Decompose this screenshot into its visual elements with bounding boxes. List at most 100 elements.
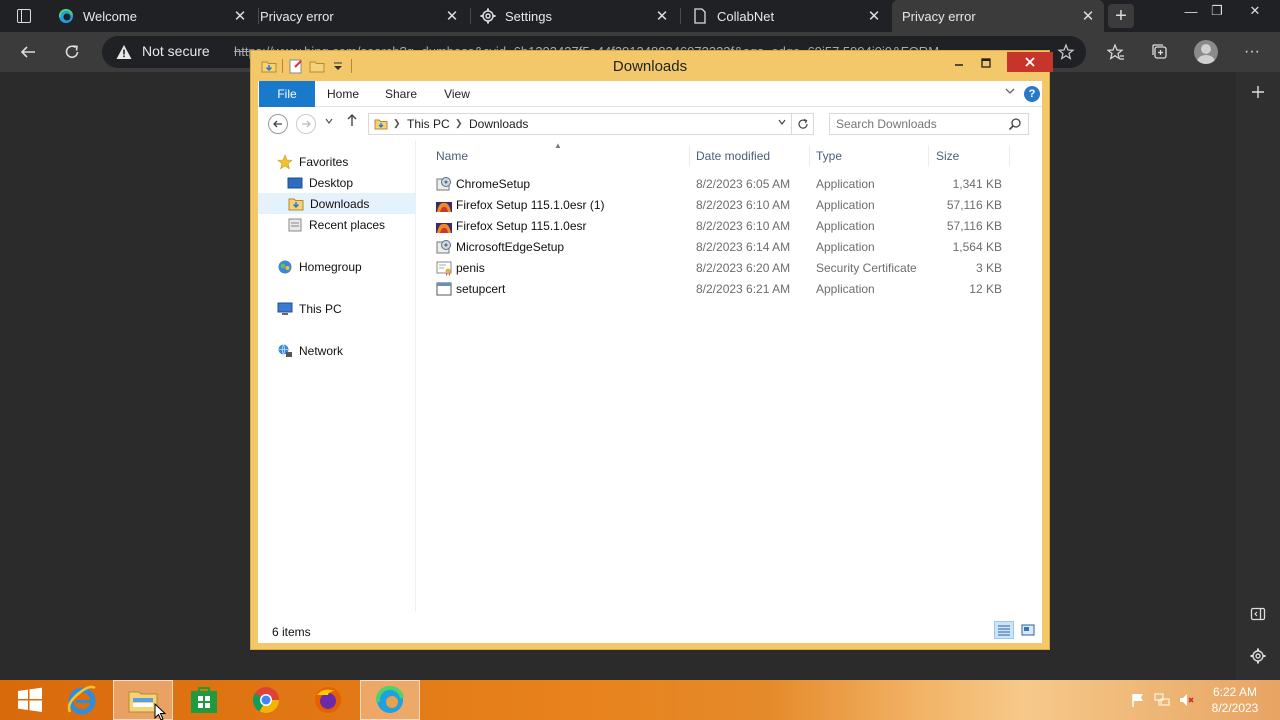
close-button[interactable]: ✕ <box>1240 0 1270 22</box>
breadcrumb-chevron-icon[interactable]: ❯ <box>455 118 463 129</box>
tab-actions-icon[interactable] <box>10 5 38 27</box>
recent-locations-chevron-icon[interactable] <box>324 115 334 129</box>
nav-label: Homegroup <box>299 259 362 274</box>
computer-icon <box>277 301 293 317</box>
taskbar: 6:22 AM 8/2/2023 <box>0 680 1280 720</box>
back-arrow-icon[interactable] <box>14 38 42 66</box>
add-sidebar-app-icon[interactable] <box>1244 78 1272 106</box>
file-type: Security Certificate <box>816 261 917 275</box>
search-icon[interactable] <box>1008 117 1022 131</box>
downloads-folder-icon <box>288 196 304 212</box>
setup-icon <box>436 239 452 255</box>
large-icons-view-icon[interactable] <box>1018 621 1038 639</box>
profile-avatar[interactable] <box>1194 40 1218 64</box>
add-favorite-icon[interactable] <box>1052 38 1080 66</box>
nav-label: Network <box>299 343 344 358</box>
column-divider[interactable] <box>689 145 690 167</box>
nav-homegroup[interactable]: Homegroup <box>258 256 416 277</box>
nav-downloads[interactable]: Downloads <box>258 193 416 214</box>
sidebar-settings-gear-icon[interactable] <box>1244 642 1272 670</box>
ribbon-tab-share[interactable]: Share <box>378 81 424 107</box>
tab-close-icon[interactable]: ✕ <box>442 6 462 26</box>
explorer-close-button[interactable] <box>1007 52 1053 72</box>
tab-welcome[interactable]: Welcome ✕ <box>48 0 256 32</box>
column-divider[interactable] <box>1009 145 1010 167</box>
favorites-icon[interactable] <box>1102 38 1130 66</box>
taskbar-chrome[interactable] <box>236 680 296 720</box>
network-tray-icon[interactable] <box>1154 692 1170 708</box>
refresh-icon[interactable] <box>58 38 86 66</box>
file-size: 12 KB <box>969 282 1002 296</box>
address-history-chevron-icon[interactable] <box>777 117 787 130</box>
explorer-body: File Home Share View ? ❯ This PC ❯ Downl… <box>258 81 1042 643</box>
volume-muted-icon[interactable] <box>1178 692 1194 708</box>
downloads-folder-icon <box>374 117 388 131</box>
tab-close-icon[interactable]: ✕ <box>1078 6 1098 26</box>
more-menu-icon[interactable]: ··· <box>1238 38 1266 66</box>
table-row[interactable]: setupcert 8/2/2023 6:21 AM Application 1… <box>428 279 1028 300</box>
table-row[interactable]: Firefox Setup 115.1.0esr 8/2/2023 6:10 A… <box>428 216 1028 237</box>
taskbar-internet-explorer[interactable] <box>52 680 112 720</box>
taskbar-edge[interactable] <box>360 680 420 720</box>
file-name: setupcert <box>456 282 506 296</box>
table-row[interactable]: penis 8/2/2023 6:20 AM Security Certific… <box>428 258 1028 279</box>
nav-desktop[interactable]: Desktop <box>258 172 416 193</box>
ribbon-tab-file[interactable]: File <box>259 81 315 107</box>
explorer-title-bar[interactable]: Downloads <box>251 51 1053 81</box>
column-divider[interactable] <box>809 145 810 167</box>
details-view-icon[interactable] <box>994 621 1014 639</box>
breadcrumb[interactable]: ❯ This PC ❯ Downloads <box>368 113 792 135</box>
nav-favorites[interactable]: Favorites <box>258 151 416 172</box>
ribbon-tabs: File Home Share View ? <box>258 81 1042 107</box>
clock-time: 6:22 AM <box>1212 685 1258 699</box>
new-tab-button[interactable]: + <box>1108 4 1134 28</box>
tab-privacy-error[interactable]: Privacy error ✕ <box>260 0 468 32</box>
store-icon <box>191 687 217 713</box>
breadcrumb-this-pc[interactable]: This PC <box>407 117 450 131</box>
nav-this-pc[interactable]: This PC <box>258 298 416 319</box>
search-box[interactable] <box>829 113 1029 135</box>
table-row[interactable]: MicrosoftEdgeSetup 8/2/2023 6:14 AM Appl… <box>428 237 1028 258</box>
restore-button[interactable]: ❐ <box>1202 0 1232 22</box>
flag-icon[interactable] <box>1130 692 1146 708</box>
column-header-size[interactable]: Size <box>936 149 959 163</box>
ribbon-tab-view[interactable]: View <box>434 81 480 107</box>
window-title: Downloads <box>612 58 688 75</box>
tab-settings[interactable]: Settings ✕ <box>470 0 678 32</box>
forward-button[interactable] <box>296 114 316 134</box>
column-header-name[interactable]: Name <box>436 149 468 163</box>
up-arrow-icon[interactable] <box>346 113 358 130</box>
system-clock[interactable]: 6:22 AM 8/2/2023 <box>1200 684 1270 716</box>
security-label[interactable]: Not secure <box>142 43 210 59</box>
taskbar-store[interactable] <box>174 680 234 720</box>
tab-privacy-error-active[interactable]: Privacy error ✕ <box>892 0 1104 32</box>
column-divider[interactable] <box>928 145 929 167</box>
table-row[interactable]: ChromeSetup 8/2/2023 6:05 AM Application… <box>428 174 1028 195</box>
breadcrumb-downloads[interactable]: Downloads <box>469 117 528 131</box>
explorer-minimize-button[interactable] <box>945 53 972 73</box>
column-header-type[interactable]: Type <box>816 149 842 163</box>
back-button[interactable] <box>268 114 288 134</box>
tab-close-icon[interactable]: ✕ <box>652 6 672 26</box>
nav-recent-places[interactable]: Recent places <box>258 214 416 235</box>
start-button[interactable] <box>0 680 60 720</box>
nav-label: Recent places <box>309 217 386 232</box>
collections-icon[interactable] <box>1146 38 1174 66</box>
tab-collabnet[interactable]: CollabNet ✕ <box>682 0 890 32</box>
column-header-date[interactable]: Date modified <box>696 149 770 163</box>
help-icon[interactable]: ? <box>1024 86 1040 102</box>
refresh-button[interactable] <box>792 113 814 135</box>
explorer-maximize-button[interactable] <box>972 53 999 73</box>
tab-close-icon[interactable]: ✕ <box>864 6 884 26</box>
ribbon-tab-home[interactable]: Home <box>320 81 366 107</box>
expand-ribbon-chevron-icon[interactable] <box>1004 85 1016 100</box>
nav-network[interactable]: Network <box>258 340 416 361</box>
tab-close-icon[interactable]: ✕ <box>230 6 250 26</box>
taskbar-firefox[interactable] <box>298 680 358 720</box>
search-input[interactable] <box>830 114 1000 134</box>
breadcrumb-chevron-icon[interactable]: ❯ <box>393 118 401 129</box>
table-row[interactable]: Firefox Setup 115.1.0esr (1) 8/2/2023 6:… <box>428 195 1028 216</box>
hide-sidebar-icon[interactable] <box>1244 600 1272 628</box>
file-type: Application <box>816 240 875 254</box>
file-date: 8/2/2023 6:21 AM <box>696 282 791 296</box>
